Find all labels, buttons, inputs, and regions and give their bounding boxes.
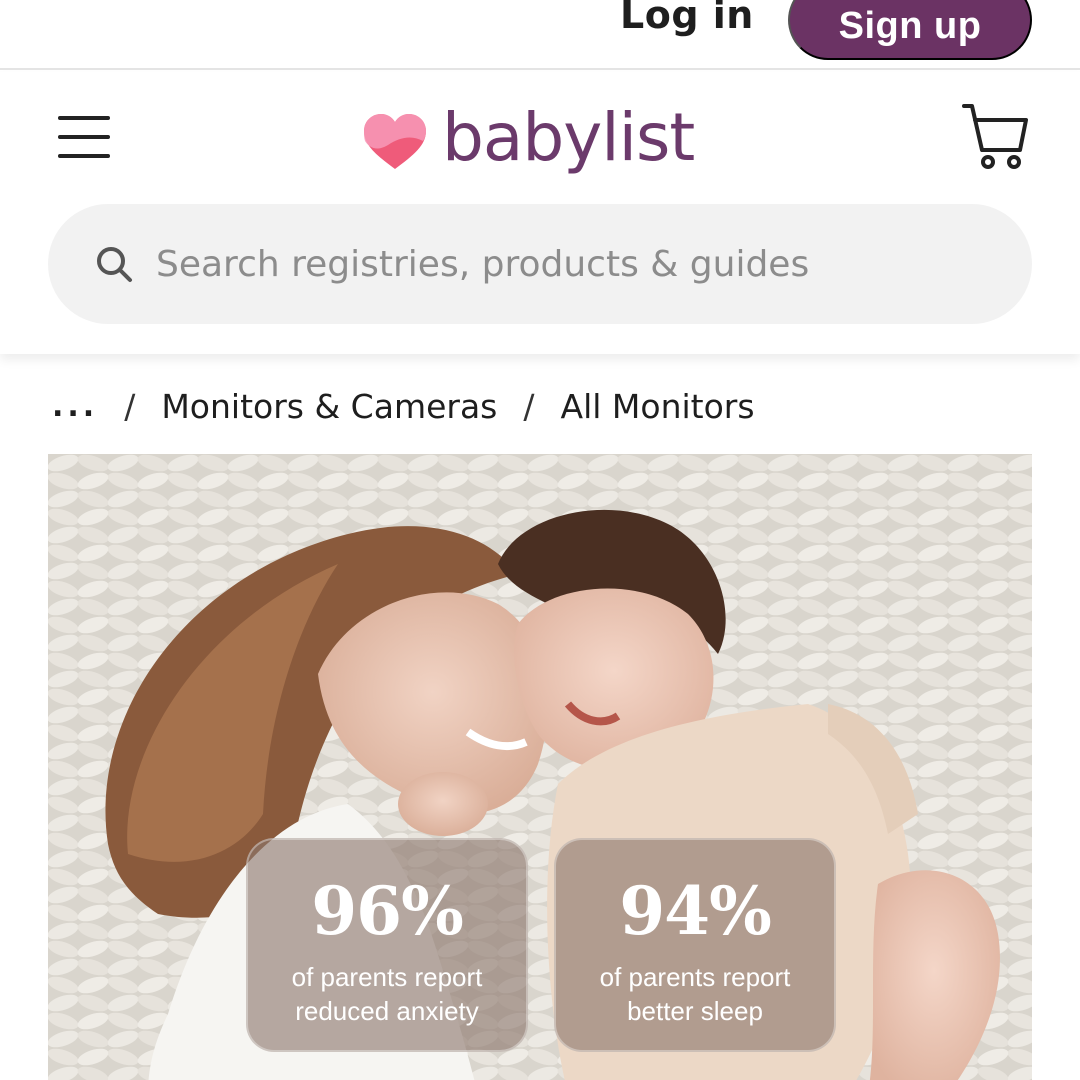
hero-banner: 96% of parents report reduced anxiety 94…	[48, 454, 1032, 1080]
login-link[interactable]: Log in	[620, 0, 754, 40]
logo-wordmark: babylist	[442, 99, 695, 176]
site-header: babylist	[0, 72, 1080, 354]
cart-icon[interactable]	[960, 102, 1032, 172]
search-bar[interactable]	[48, 204, 1032, 324]
breadcrumb-separator: /	[124, 386, 136, 426]
stat-value: 96%	[311, 872, 464, 950]
breadcrumb-item-monitors-cameras[interactable]: Monitors & Cameras	[161, 387, 497, 426]
stat-label-line1: of parents report	[291, 962, 483, 992]
breadcrumb-separator: /	[523, 386, 535, 426]
stat-card-anxiety: 96% of parents report reduced anxiety	[246, 838, 528, 1052]
breadcrumb: ... / Monitors & Cameras / All Monitors	[52, 378, 755, 434]
breadcrumb-overflow[interactable]: ...	[52, 389, 98, 424]
search-input[interactable]	[156, 243, 1016, 285]
hero-photo	[48, 454, 1032, 1080]
heart-icon	[364, 114, 426, 169]
stat-value: 94%	[619, 872, 772, 950]
breadcrumb-item-all-monitors: All Monitors	[560, 386, 755, 426]
signup-button[interactable]: Sign up	[788, 0, 1032, 60]
stat-label-line2: better sleep	[627, 996, 763, 1026]
stat-card-sleep: 94% of parents report better sleep	[554, 838, 836, 1052]
stat-label-line2: reduced anxiety	[295, 996, 479, 1026]
hamburger-menu-icon[interactable]	[56, 112, 112, 162]
search-icon[interactable]	[94, 244, 134, 284]
stat-label-line1: of parents report	[599, 962, 791, 992]
auth-bar: Log in Sign up	[0, 0, 1080, 70]
babylist-logo[interactable]: babylist	[362, 100, 722, 186]
